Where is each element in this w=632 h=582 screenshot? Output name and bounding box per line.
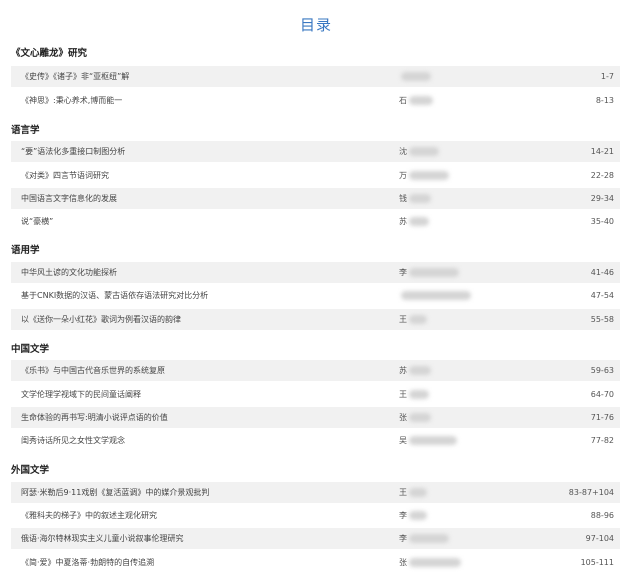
entry-pages: 22-28 — [590, 171, 614, 180]
entry-title: 《雅科夫的梯子》中的叙述主观化研究 — [21, 511, 157, 520]
toc-row[interactable]: 中国语言文字信息化的发展 钱 29-34 — [11, 188, 620, 209]
entry-author: 张 — [399, 407, 431, 428]
toc-row[interactable]: 阿瑟·米勒后9·11戏剧《复活蓝调》中的媒介景观批判 王 83-87+104 — [11, 482, 620, 503]
entry-author: 李 — [399, 505, 427, 526]
entry-title: 《史传》《诸子》非“亚枢纽”解 — [21, 72, 130, 81]
redacted-author-blur — [409, 147, 439, 156]
entry-author: 石 — [399, 90, 433, 111]
entry-pages: 77-82 — [590, 436, 614, 445]
entry-title: 中华风土谚的文化功能探析 — [21, 268, 117, 277]
toc-row[interactable]: 《史传》《诸子》非“亚枢纽”解 1-7 — [11, 66, 620, 87]
entry-pages: 35-40 — [590, 217, 614, 226]
section-heading: 语言学 — [11, 125, 40, 136]
entry-pages: 29-34 — [590, 194, 614, 203]
entry-title: 《乐书》与中国古代音乐世界的系统复原 — [21, 366, 165, 375]
entry-title: 《对类》四言节语词研究 — [21, 171, 109, 180]
toc-row[interactable]: 《神思》:秉心养术,博而能一 石 8-13 — [11, 90, 620, 111]
redacted-author-blur — [409, 511, 427, 520]
redacted-author-blur — [409, 390, 429, 399]
entry-author: 沈 — [399, 141, 439, 162]
entry-title: 文学伦理学视域下的民间童话阐释 — [21, 390, 141, 399]
redacted-author-blur — [409, 534, 449, 543]
redacted-author-blur — [409, 96, 433, 105]
section-heading: 中国文学 — [11, 344, 50, 355]
entry-title: “要”语法化多重接口制图分析 — [21, 147, 126, 156]
toc-row[interactable]: “要”语法化多重接口制图分析 沈 14-21 — [11, 141, 620, 162]
section-heading: 外国文学 — [11, 465, 50, 476]
redacted-author-blur — [409, 558, 461, 567]
entry-title: 阿瑟·米勒后9·11戏剧《复活蓝调》中的媒介景观批判 — [21, 488, 210, 497]
entry-author: 钱 — [399, 188, 431, 209]
entry-author: 张 — [399, 552, 461, 573]
toc-row[interactable]: 说“豪横” 苏 35-40 — [11, 211, 620, 232]
redacted-author-blur — [409, 488, 427, 497]
entry-author — [399, 285, 471, 306]
redacted-author-blur — [401, 291, 471, 300]
redacted-author-blur — [409, 217, 429, 226]
toc-row[interactable]: 闺秀诗话所见之女性文学观念 吴 77-82 — [11, 430, 620, 451]
redacted-author-blur — [409, 436, 457, 445]
toc-row[interactable]: 以《送你一朵小红花》歌词为例看汉语的韵律 王 55-58 — [11, 309, 620, 330]
entry-pages: 71-76 — [590, 413, 614, 422]
redacted-author-blur — [409, 268, 459, 277]
entry-title: 闺秀诗话所见之女性文学观念 — [21, 436, 125, 445]
entry-pages: 105-111 — [580, 558, 614, 567]
entry-author: 李 — [399, 262, 459, 283]
entry-title: 俄语·海尔特林现实主义儿童小说叙事伦理研究 — [21, 534, 184, 543]
toc-page: 目录 《文心雕龙》研究 《史传》《诸子》非“亚枢纽”解 1-7 《神思》:秉心养… — [0, 0, 632, 582]
redacted-author-blur — [409, 171, 449, 180]
entry-author: 苏 — [399, 360, 431, 381]
entry-pages: 64-70 — [590, 390, 614, 399]
toc-row[interactable]: 中华风土谚的文化功能探析 李 41-46 — [11, 262, 620, 283]
toc-row[interactable]: 基于CNKI数据的汉语、蒙古语依存语法研究对比分析 47-54 — [11, 285, 620, 306]
redacted-author-blur — [401, 72, 431, 81]
entry-pages: 47-54 — [590, 291, 614, 300]
entry-pages: 83-87+104 — [568, 488, 614, 497]
entry-title: 中国语言文字信息化的发展 — [21, 194, 117, 203]
entry-pages: 59-63 — [590, 366, 614, 375]
redacted-author-blur — [409, 413, 431, 422]
entry-pages: 1-7 — [600, 72, 614, 81]
entry-title: 以《送你一朵小红花》歌词为例看汉语的韵律 — [21, 315, 181, 324]
entry-title: 《简·爱》中夏洛蒂·勃朗特的自传追溯 — [21, 558, 155, 567]
redacted-author-blur — [409, 315, 427, 324]
toc-row[interactable]: 文学伦理学视域下的民间童话阐释 王 64-70 — [11, 384, 620, 405]
entry-title: 生命体验的再书写:明清小说评点语的价值 — [21, 413, 168, 422]
toc-row[interactable]: 《简·爱》中夏洛蒂·勃朗特的自传追溯 张 105-111 — [11, 552, 620, 573]
redacted-author-blur — [409, 366, 431, 375]
toc-row[interactable]: 《对类》四言节语词研究 万 22-28 — [11, 165, 620, 186]
toc-row[interactable]: 《乐书》与中国古代音乐世界的系统复原 苏 59-63 — [11, 360, 620, 381]
entry-pages: 88-96 — [590, 511, 614, 520]
entry-title: 《神思》:秉心养术,博而能一 — [21, 96, 123, 105]
section-heading: 语用学 — [11, 245, 40, 256]
toc-row[interactable]: 俄语·海尔特林现实主义儿童小说叙事伦理研究 李 97-104 — [11, 528, 620, 549]
entry-pages: 8-13 — [595, 96, 614, 105]
entry-author: 万 — [399, 165, 449, 186]
entry-title: 说“豪横” — [21, 217, 54, 226]
entry-pages: 14-21 — [590, 147, 614, 156]
entry-author: 吴 — [399, 430, 457, 451]
entry-pages: 55-58 — [590, 315, 614, 324]
entry-author: 王 — [399, 384, 429, 405]
entry-author: 王 — [399, 309, 427, 330]
entry-pages: 97-104 — [585, 534, 614, 543]
entry-author: 李 — [399, 528, 449, 549]
page-title: 目录 — [299, 16, 332, 34]
entry-author: 王 — [399, 482, 427, 503]
entry-author — [399, 66, 431, 87]
entry-title: 基于CNKI数据的汉语、蒙古语依存语法研究对比分析 — [21, 291, 209, 300]
entry-author: 苏 — [399, 211, 429, 232]
section-heading: 《文心雕龙》研究 — [11, 48, 88, 59]
toc-row[interactable]: 生命体验的再书写:明清小说评点语的价值 张 71-76 — [11, 407, 620, 428]
entry-pages: 41-46 — [590, 268, 614, 277]
toc-row[interactable]: 《雅科夫的梯子》中的叙述主观化研究 李 88-96 — [11, 505, 620, 526]
redacted-author-blur — [409, 194, 431, 203]
